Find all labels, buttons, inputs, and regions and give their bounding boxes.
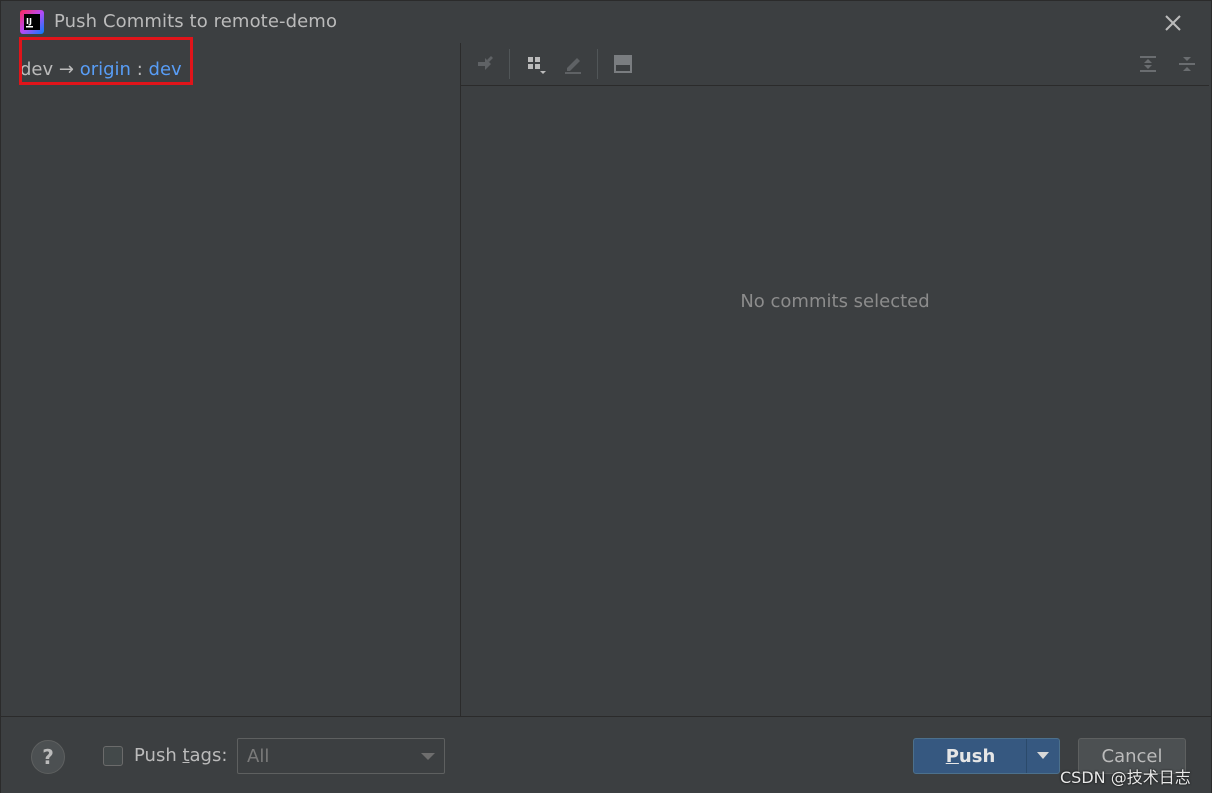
- push-button-label: Push: [945, 746, 996, 767]
- cherry-pick-button[interactable]: [471, 50, 499, 78]
- preview-icon: [614, 55, 632, 73]
- watermark: CSDN @技术日志: [1060, 768, 1191, 787]
- push-tags-select[interactable]: All: [237, 738, 445, 774]
- push-tags-label[interactable]: Push tags:: [134, 745, 227, 766]
- collapse-all-icon: [1179, 57, 1195, 71]
- push-options-dropdown-icon[interactable]: [1037, 752, 1049, 759]
- dialog-footer: ? Push tags: All Push Cancel CSDN @技术日志: [1, 716, 1211, 793]
- group-by-button[interactable]: [521, 50, 549, 78]
- collapse-all-button[interactable]: [1173, 50, 1201, 78]
- group-by-icon: [528, 57, 546, 74]
- cherry-pick-icon: [478, 56, 493, 70]
- show-diff-preview-button[interactable]: [609, 50, 637, 78]
- push-button[interactable]: Push: [913, 738, 1060, 774]
- edit-icon: [565, 58, 581, 74]
- no-commits-message: No commits selected: [740, 291, 930, 312]
- svg-text:IJ: IJ: [26, 17, 32, 26]
- chevron-down-icon: [421, 753, 435, 760]
- help-button[interactable]: ?: [31, 740, 65, 774]
- push-commits-dialog: IJ Push Commits to remote-demo dev → ori…: [0, 0, 1212, 793]
- push-tags-checkbox[interactable]: [103, 746, 123, 766]
- push-target-tree: dev → origin : dev: [8, 37, 461, 716]
- expand-all-button[interactable]: [1134, 50, 1162, 78]
- edit-source-button[interactable]: [559, 50, 587, 78]
- highlight-annotation: [19, 37, 193, 85]
- close-button[interactable]: [1159, 9, 1187, 37]
- intellij-app-icon: IJ: [20, 10, 44, 34]
- commit-details-panel: No commits selected: [461, 43, 1209, 716]
- close-icon: [1165, 15, 1181, 31]
- expand-all-icon: [1140, 56, 1156, 72]
- help-icon: ?: [42, 745, 54, 769]
- window-title: Push Commits to remote-demo: [54, 11, 338, 32]
- details-toolbar: [461, 43, 1209, 86]
- push-tags-select-value: All: [247, 746, 270, 767]
